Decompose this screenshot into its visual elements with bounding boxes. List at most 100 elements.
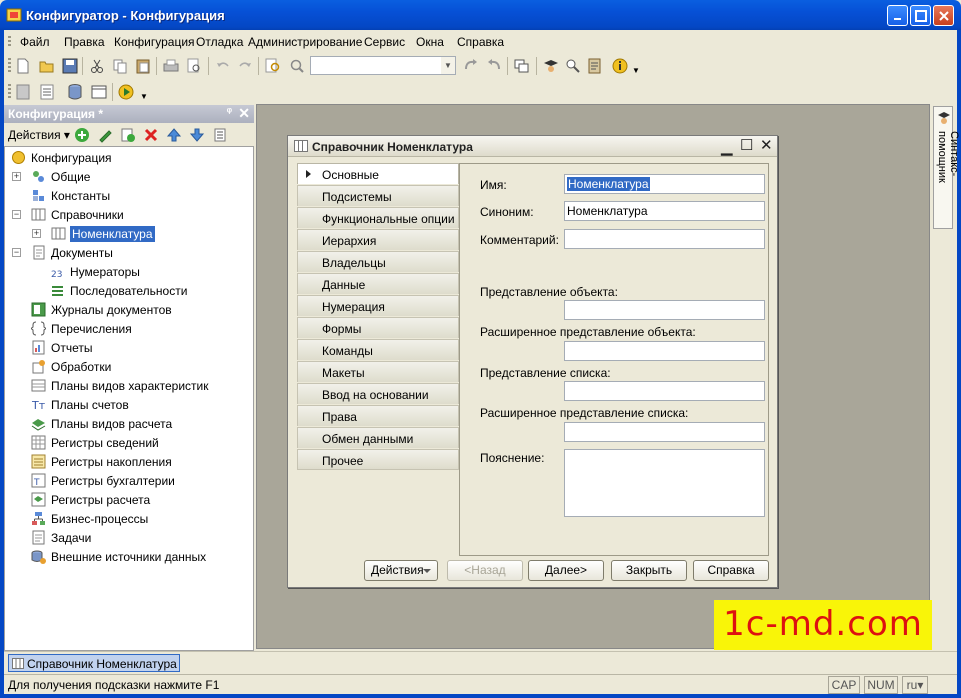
external-sources-icon [31, 550, 46, 564]
config-root-icon [12, 151, 25, 164]
find-next-icon[interactable] [462, 57, 480, 75]
extended-list-representation-field[interactable] [564, 422, 765, 442]
name-label: Имя: [480, 178, 507, 192]
chartofcharacteristics-icon [31, 379, 46, 392]
move-down-icon[interactable] [189, 127, 205, 143]
copy-icon[interactable] [111, 57, 129, 75]
synonym-field[interactable]: Номенклатура [564, 201, 765, 221]
catalog-item-icon [51, 227, 66, 240]
database-icon[interactable] [66, 83, 84, 101]
menu-edit[interactable]: Правка [64, 35, 105, 49]
syntax-helper-tab[interactable]: Синтакс-помощник [933, 106, 960, 229]
dialog-maximize-icon[interactable]: ☐ [740, 136, 753, 154]
nav-data-exchange[interactable]: Обмен данными [297, 427, 459, 448]
add-icon[interactable] [74, 127, 90, 143]
find-in-doc-icon[interactable] [264, 57, 282, 75]
list-representation-field[interactable] [564, 381, 765, 401]
expand-icon[interactable]: + [12, 172, 21, 181]
toolbar-overflow-icon[interactable]: ▼ [632, 66, 640, 75]
object-representation-field[interactable] [564, 300, 765, 320]
name-field[interactable]: Номенклатура [564, 174, 765, 194]
syntax-helper-icon[interactable] [542, 57, 560, 75]
explanation-label: Пояснение: [480, 451, 545, 465]
help-button[interactable]: Справка [693, 560, 769, 581]
redo-icon[interactable] [236, 57, 254, 75]
search-icon[interactable] [288, 57, 306, 75]
copy-object-icon[interactable] [120, 127, 136, 143]
edit-icon[interactable] [97, 127, 113, 143]
pin-icon[interactable]: ᵠ [227, 106, 232, 118]
nav-numbering[interactable]: Нумерация [297, 295, 459, 316]
menu-windows[interactable]: Окна [416, 35, 444, 49]
nav-templates[interactable]: Макеты [297, 361, 459, 382]
maximize-button[interactable] [910, 5, 931, 26]
dataprocessors-icon [32, 360, 45, 374]
next-button[interactable]: Далее> [528, 560, 604, 581]
svg-text:23: 23 [51, 270, 62, 279]
close-window-button[interactable] [933, 5, 954, 26]
dialog-close-icon[interactable]: ✕ [760, 136, 773, 154]
minimize-button[interactable] [887, 5, 908, 26]
nav-functional-options[interactable]: Функциональные опции [297, 207, 459, 228]
find-prev-icon[interactable] [485, 57, 503, 75]
configuration-tree-icon[interactable] [14, 83, 32, 101]
windows-icon[interactable] [513, 57, 531, 75]
window-list-icon[interactable] [90, 83, 108, 101]
print-icon[interactable] [162, 57, 180, 75]
explanation-field[interactable] [564, 449, 765, 517]
nav-forms[interactable]: Формы [297, 317, 459, 338]
menu-help[interactable]: Справка [457, 35, 504, 49]
cut-icon[interactable] [88, 57, 106, 75]
dialog-title: Справочник Номенклатура [312, 140, 473, 154]
chevron-down-icon[interactable]: ▼ [441, 57, 455, 74]
nav-main[interactable]: Основные [297, 163, 459, 184]
close-panel-icon[interactable]: ✕ [238, 105, 250, 122]
nav-subsystems[interactable]: Подсистемы [297, 185, 459, 206]
nav-owners[interactable]: Владельцы [297, 251, 459, 272]
nav-data[interactable]: Данные [297, 273, 459, 294]
compare-config-icon[interactable] [38, 83, 56, 101]
language-indicator[interactable]: ru▾ [902, 676, 928, 694]
menu-debug[interactable]: Отладка [196, 35, 243, 49]
comment-field[interactable] [564, 229, 765, 249]
svg-text:Тт: Тт [31, 399, 46, 412]
search-combo[interactable]: ▼ [310, 56, 456, 75]
extended-object-representation-field[interactable] [564, 341, 765, 361]
actions-button[interactable]: Действия [364, 560, 438, 581]
back-button[interactable]: <Назад [447, 560, 523, 581]
save-icon[interactable] [61, 57, 79, 75]
menu-file[interactable]: Файл [20, 35, 50, 49]
paste-icon[interactable] [134, 57, 152, 75]
new-file-icon[interactable] [14, 57, 32, 75]
print-preview-icon[interactable] [185, 57, 203, 75]
menu-configuration[interactable]: Конфигурация [114, 35, 195, 49]
collapse-icon[interactable]: − [12, 210, 21, 219]
delete-icon[interactable] [143, 127, 159, 143]
undo-icon[interactable] [214, 57, 232, 75]
nav-commands[interactable]: Команды [297, 339, 459, 360]
move-up-icon[interactable] [166, 127, 182, 143]
help-contents-icon[interactable] [586, 57, 604, 75]
start-debug-icon[interactable] [117, 83, 135, 101]
sort-icon[interactable] [212, 127, 228, 143]
nav-other[interactable]: Прочее [297, 449, 459, 470]
debug-dropdown-icon[interactable]: ▼ [140, 92, 148, 101]
tasks-icon [32, 530, 45, 545]
catalog-properties-dialog: Справочник Номенклатура ▁ ☐ ✕ Основные П… [287, 135, 778, 588]
window-tab-catalog[interactable]: Справочник Номенклатура [8, 654, 180, 672]
main-properties-page: Имя: Номенклатура Синоним: Номенклатура … [459, 163, 769, 556]
close-button[interactable]: Закрыть [611, 560, 687, 581]
expand-icon[interactable]: + [32, 229, 41, 238]
nav-input-based-on[interactable]: Ввод на основании [297, 383, 459, 404]
nav-hierarchy[interactable]: Иерархия [297, 229, 459, 250]
collapse-icon[interactable]: − [12, 248, 21, 257]
nav-rights[interactable]: Права [297, 405, 459, 426]
info-icon[interactable] [611, 57, 629, 75]
menu-service[interactable]: Сервис [364, 35, 405, 49]
open-folder-icon[interactable] [38, 57, 56, 75]
config-panel-toolbar: Действия ▾ [4, 124, 254, 146]
menu-administration[interactable]: Администрирование [248, 35, 362, 49]
actions-menu-button[interactable]: Действия ▾ [8, 128, 70, 142]
help-search-icon[interactable] [564, 57, 582, 75]
dialog-minimize-icon[interactable]: ▁ [721, 138, 733, 156]
